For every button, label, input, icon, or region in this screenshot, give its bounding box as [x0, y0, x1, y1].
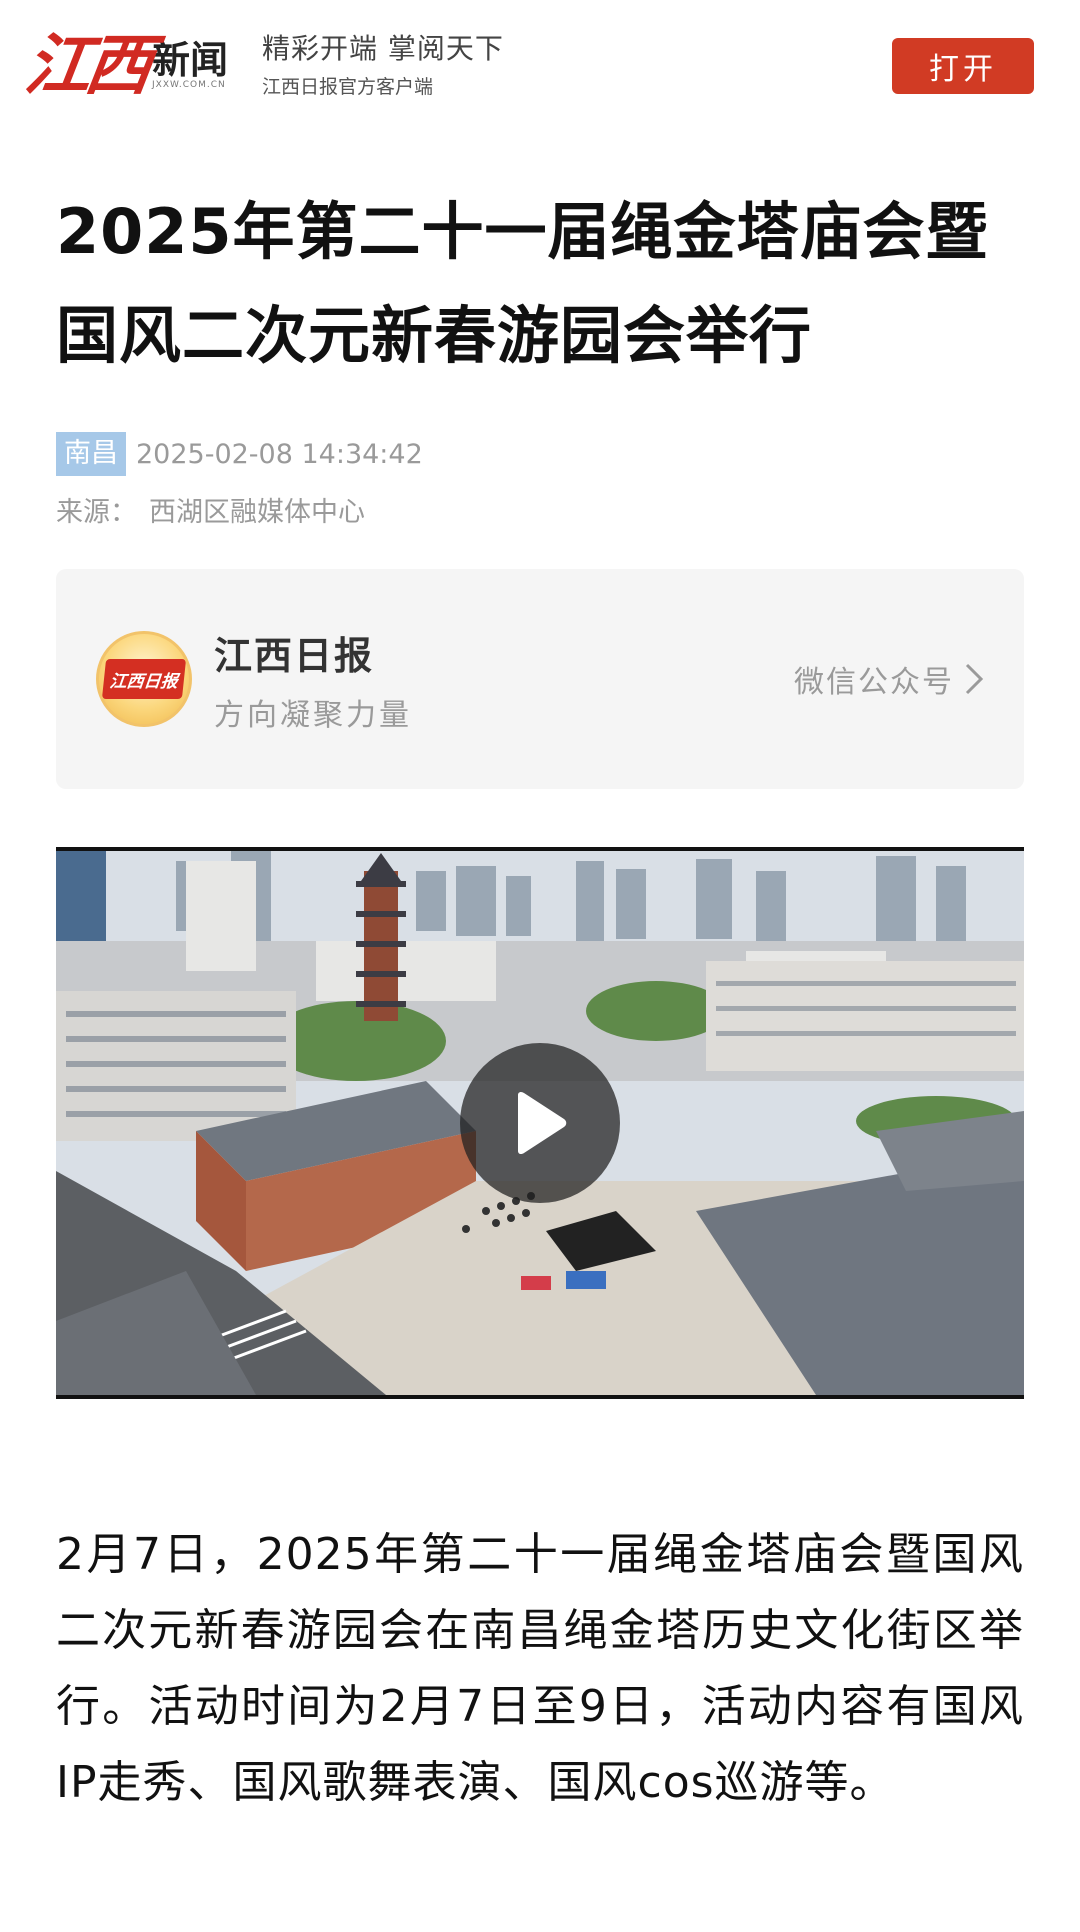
account-card[interactable]: 江西日报 江西日报 方向凝聚力量 微信公众号 — [56, 569, 1024, 789]
wechat-account-label: 微信公众号 — [794, 665, 954, 700]
account-avatar: 江西日报 — [96, 631, 192, 727]
article-meta: 南昌 2025-02-08 14:34:42 — [56, 432, 1024, 476]
open-app-button[interactable]: 打开 — [892, 38, 1034, 94]
play-icon — [518, 1091, 567, 1155]
app-tagline: 精彩开端 掌阅天下 江西日报官方客户端 — [262, 31, 504, 98]
article: 2025年第二十一届绳金塔庙会暨国风二次元新春游园会举行 南昌 2025-02-… — [0, 180, 1080, 1821]
wechat-account-link[interactable]: 微信公众号 — [794, 657, 984, 701]
account-avatar-seal: 江西日报 — [101, 659, 187, 699]
source-label: 来源： — [56, 497, 137, 528]
app-slogan: 精彩开端 掌阅天下 — [262, 32, 504, 66]
play-button[interactable] — [460, 1043, 620, 1203]
video-player[interactable] — [56, 847, 1024, 1399]
account-description: 方向凝聚力量 — [214, 697, 412, 733]
app-subtitle: 江西日报官方客户端 — [262, 75, 434, 98]
source-value: 西湖区融媒体中心 — [149, 497, 365, 528]
logo-word: 新闻 — [152, 37, 229, 83]
chevron-right-icon — [965, 663, 984, 695]
publish-time: 2025-02-08 14:34:42 — [136, 438, 423, 470]
logo-url: JXXW.COM.CN — [152, 79, 226, 90]
article-title: 2025年第二十一届绳金塔庙会暨国风二次元新春游园会举行 — [56, 195, 989, 372]
article-body: 2月7日，2025年第二十一届绳金塔庙会暨国风二次元新春游园会在南昌绳金塔历史文… — [56, 1529, 1024, 1808]
app-banner: 江西 新闻 JXXW.COM.CN 精彩开端 掌阅天下 江西日报官方客户端 打开 — [0, 0, 1080, 130]
logo-mark: 江西 — [20, 26, 152, 104]
app-logo: 江西 新闻 JXXW.COM.CN — [21, 20, 229, 110]
city-tag[interactable]: 南昌 — [56, 432, 126, 476]
article-source: 来源： 西湖区融媒体中心 — [56, 490, 1024, 529]
account-name: 江西日报 — [214, 633, 375, 678]
